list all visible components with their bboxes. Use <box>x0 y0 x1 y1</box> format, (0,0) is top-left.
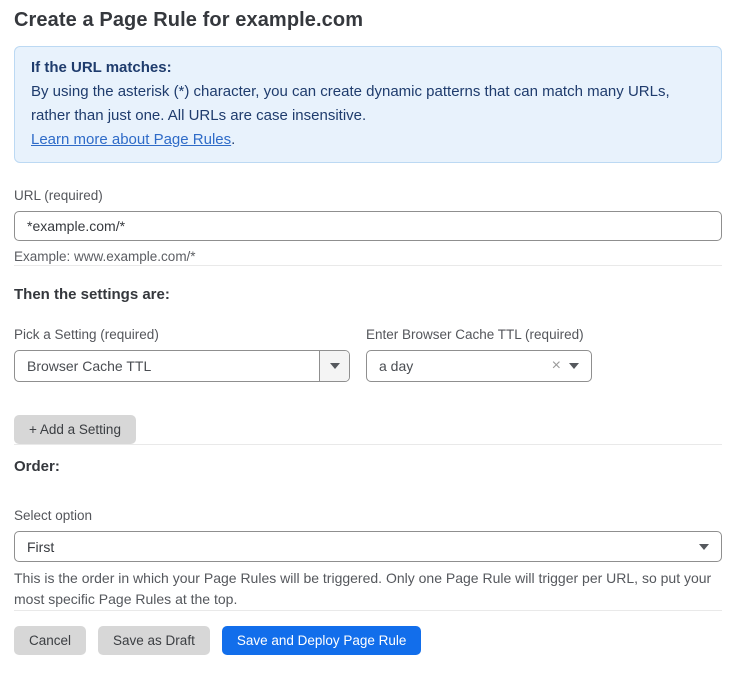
footer-actions: Cancel Save as Draft Save and Deploy Pag… <box>14 626 722 655</box>
link-suffix: . <box>231 131 235 148</box>
ttl-picker-label: Enter Browser Cache TTL (required) <box>366 327 592 343</box>
url-match-info-callout: If the URL matches: By using the asteris… <box>14 46 722 163</box>
section-divider <box>14 444 722 445</box>
setting-picker-column: Pick a Setting (required) Browser Cache … <box>14 327 350 382</box>
save-draft-button[interactable]: Save as Draft <box>98 626 210 655</box>
ttl-picker-column: Enter Browser Cache TTL (required) a day… <box>366 327 592 382</box>
order-select[interactable]: First <box>14 531 722 562</box>
clear-icon[interactable]: × <box>548 358 569 374</box>
settings-section-heading: Then the settings are: <box>14 286 722 304</box>
info-body: By using the asterisk (*) character, you… <box>31 80 705 128</box>
caret-down-icon <box>699 544 721 550</box>
info-heading: If the URL matches: <box>31 56 705 80</box>
setting-picker-value: Browser Cache TTL <box>15 358 319 374</box>
setting-picker-select[interactable]: Browser Cache TTL <box>14 350 350 382</box>
save-deploy-button[interactable]: Save and Deploy Page Rule <box>222 626 422 655</box>
ttl-picker-select[interactable]: a day × <box>366 350 592 382</box>
caret-down-icon <box>569 363 591 369</box>
setting-picker-label: Pick a Setting (required) <box>14 327 350 343</box>
order-select-value: First <box>15 539 699 555</box>
learn-more-link[interactable]: Learn more about Page Rules <box>31 131 231 148</box>
add-setting-button[interactable]: + Add a Setting <box>14 415 136 444</box>
settings-row: Pick a Setting (required) Browser Cache … <box>14 327 722 382</box>
ttl-picker-value: a day <box>367 358 548 374</box>
page-title: Create a Page Rule for example.com <box>14 8 722 33</box>
url-example-helper: Example: www.example.com/* <box>14 248 722 265</box>
url-input[interactable] <box>14 211 722 241</box>
order-select-label: Select option <box>14 508 722 524</box>
order-section-heading: Order: <box>14 458 722 476</box>
caret-down-icon <box>319 351 349 381</box>
url-field-label: URL (required) <box>14 188 722 204</box>
info-link-line: Learn more about Page Rules. <box>31 128 705 152</box>
section-divider <box>14 265 722 266</box>
cancel-button[interactable]: Cancel <box>14 626 86 655</box>
section-divider <box>14 610 722 611</box>
order-helper-text: This is the order in which your Page Rul… <box>14 568 726 610</box>
